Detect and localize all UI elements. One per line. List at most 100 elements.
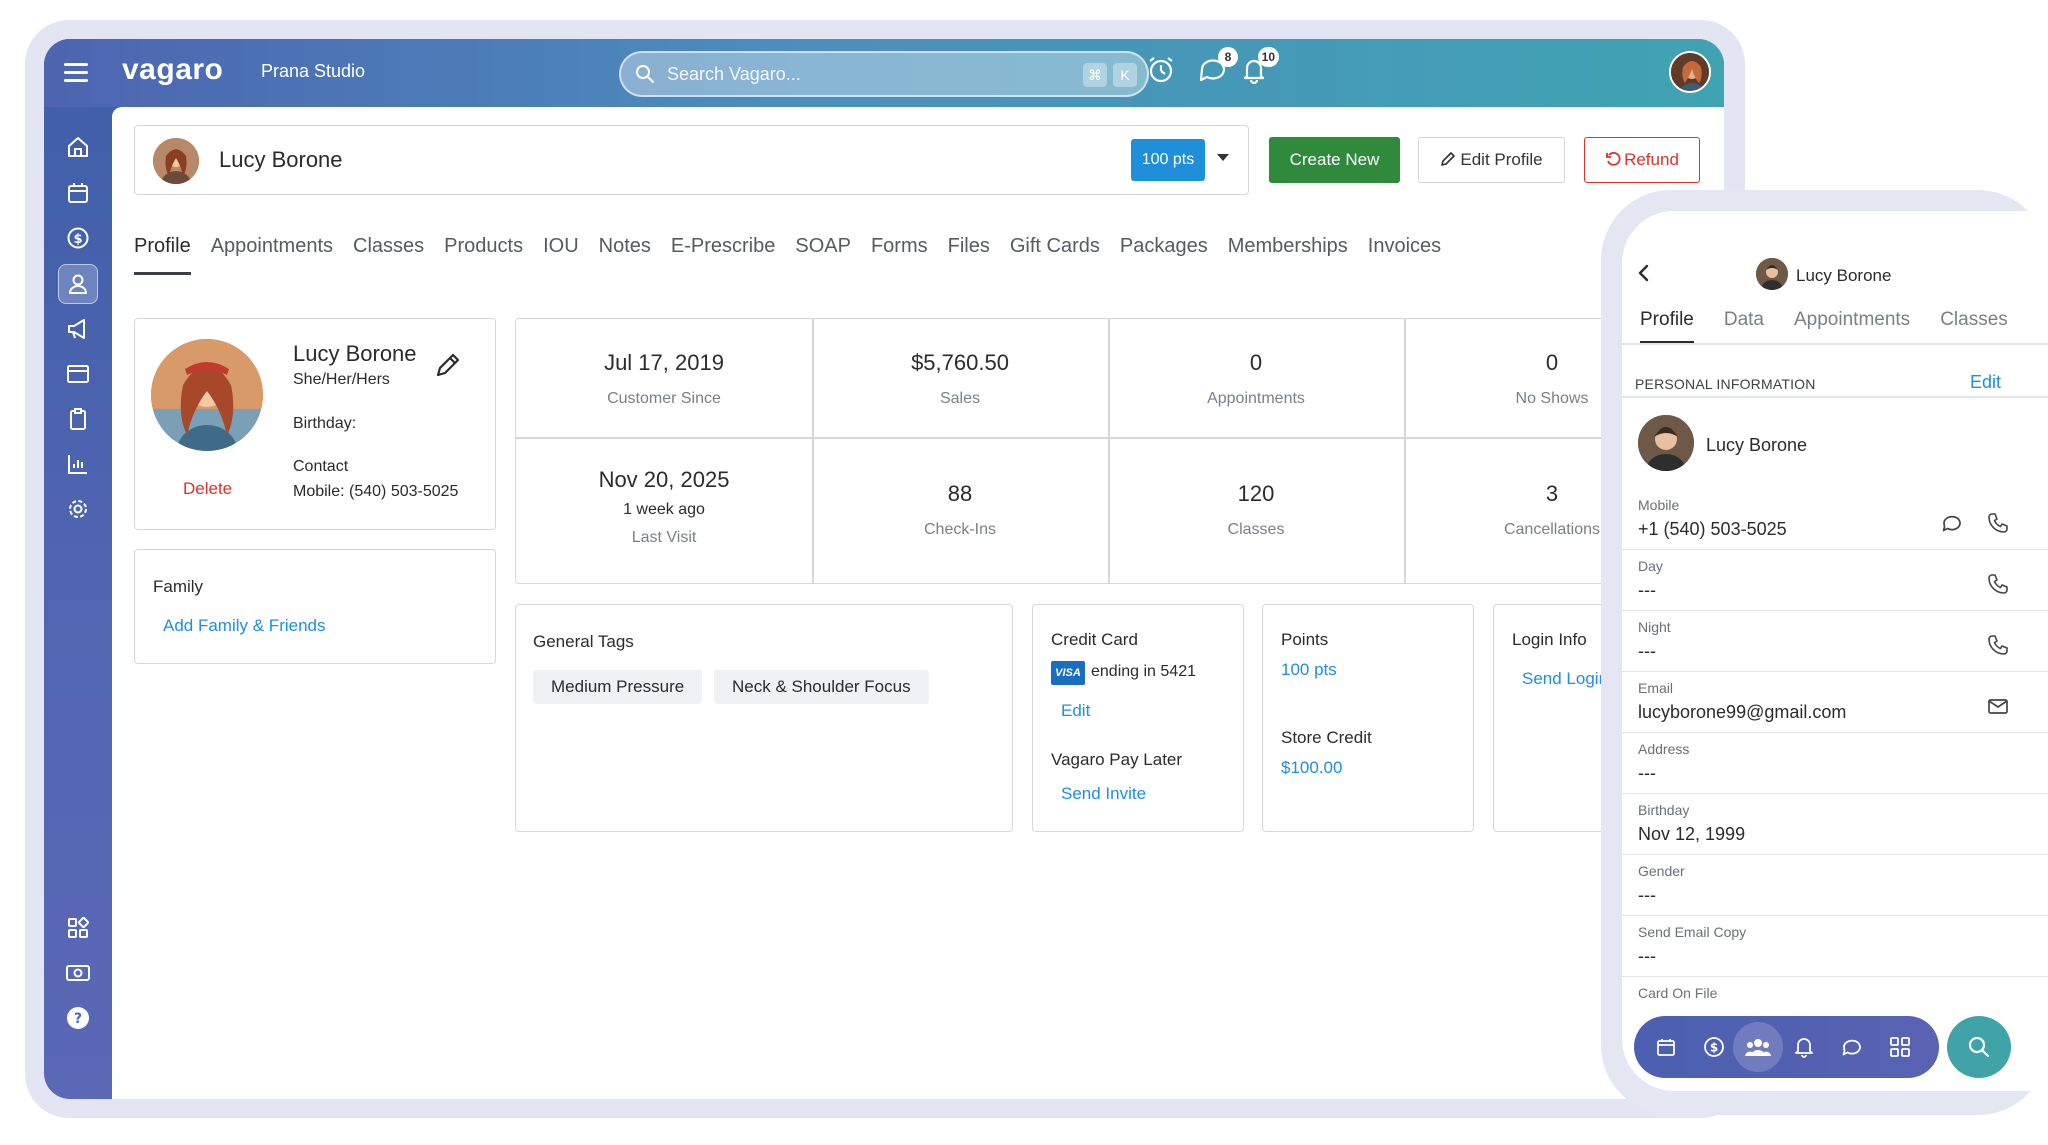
menu-icon[interactable] <box>64 63 88 83</box>
phone-icon[interactable] <box>1986 572 2010 596</box>
clipboard-icon[interactable] <box>58 399 98 439</box>
back-chevron-icon[interactable] <box>1636 263 1652 283</box>
tab-notes[interactable]: Notes <box>599 235 651 275</box>
field-label: Night <box>1638 619 1671 635</box>
card-ending: ending in 5421 <box>1091 663 1196 680</box>
tab-soap[interactable]: SOAP <box>795 235 851 275</box>
home-icon[interactable] <box>58 127 98 167</box>
help-icon[interactable]: ? <box>58 998 98 1038</box>
mobile-edit-link[interactable]: Edit <box>1970 372 2001 393</box>
dollar-icon[interactable]: $ <box>58 218 98 258</box>
tab-gift-cards[interactable]: Gift Cards <box>1010 235 1100 275</box>
header-name: Lucy Borone <box>1796 266 1892 285</box>
points-button[interactable]: 100 pts <box>1131 139 1205 181</box>
profile-tabs: Profile Appointments Classes Products IO… <box>134 235 1461 275</box>
tab-e-prescribe[interactable]: E-Prescribe <box>671 235 775 275</box>
profile-birthday: Birthday: <box>293 415 357 432</box>
family-title: Family <box>153 577 204 596</box>
tab-profile[interactable]: Profile <box>134 235 191 275</box>
field-label: Mobile <box>1638 497 1680 513</box>
divider <box>1622 396 2048 398</box>
field-value: --- <box>1638 641 1656 661</box>
mobile-tab-appointments[interactable]: Appointments <box>1794 309 1910 343</box>
tab-packages[interactable]: Packages <box>1120 235 1208 275</box>
create-new-button[interactable]: Create New <box>1269 137 1400 183</box>
phone-icon[interactable] <box>1986 511 2010 535</box>
reports-icon[interactable] <box>58 444 98 484</box>
mobile-search-button[interactable] <box>1947 1016 2011 1078</box>
edit-profile-button[interactable]: Edit Profile <box>1418 137 1565 183</box>
field-email: Email lucyborone99@gmail.com <box>1622 672 2048 733</box>
svg-text:$: $ <box>1710 1041 1718 1055</box>
refund-button[interactable]: Refund <box>1584 137 1700 183</box>
dollar-icon[interactable]: $ <box>1700 1033 1728 1061</box>
apps-grid-icon[interactable] <box>1886 1033 1914 1061</box>
stat-label: Customer Since <box>607 390 721 407</box>
field-value: lucyborone99@gmail.com <box>1638 702 1847 722</box>
tab-classes[interactable]: Classes <box>353 235 424 275</box>
mobile-bottom-nav: $ <box>1634 1016 1939 1078</box>
caret-down-icon[interactable] <box>1217 154 1229 161</box>
stat-appointments: 0 Appointments <box>1108 350 1404 408</box>
header-avatar <box>1756 258 1788 290</box>
cash-icon[interactable] <box>58 953 98 993</box>
chat-icon[interactable] <box>1940 511 1964 535</box>
apps-grid-icon[interactable] <box>58 908 98 948</box>
field-day: Day --- <box>1622 550 2048 611</box>
tab-iou[interactable]: IOU <box>543 235 579 275</box>
refund-label: Refund <box>1624 150 1679 169</box>
add-family-link[interactable]: Add Family & Friends <box>163 616 326 636</box>
tag-chip[interactable]: Neck & Shoulder Focus <box>714 670 929 704</box>
field-value: Nov 12, 1999 <box>1638 824 1746 844</box>
edit-card-link[interactable]: Edit <box>1061 701 1090 721</box>
alarm-clock-icon[interactable] <box>1144 53 1178 87</box>
tab-files[interactable]: Files <box>948 235 990 275</box>
global-search-input[interactable]: Search Vagaro... ⌘ K <box>619 51 1149 97</box>
settings-gear-icon[interactable] <box>58 489 98 529</box>
brand-logo[interactable]: vagaro <box>122 53 223 87</box>
mobile-tab-data[interactable]: Data <box>1724 309 1764 343</box>
field-value: +1 (540) 503-5025 <box>1638 519 1787 539</box>
calendar-icon[interactable] <box>1652 1033 1680 1061</box>
points-title: Points <box>1281 630 1329 649</box>
mobile-tab-profile[interactable]: Profile <box>1640 309 1694 343</box>
chat-icon[interactable] <box>1838 1033 1866 1061</box>
store-credit-value[interactable]: $100.00 <box>1281 758 1342 778</box>
field-send-email-copy: Send Email Copy --- <box>1622 916 2048 977</box>
bell-icon[interactable] <box>1790 1033 1818 1061</box>
svg-text:?: ? <box>74 1011 82 1027</box>
mobile-tab-classes[interactable]: Classes <box>1940 309 2008 343</box>
stat-value: 0 <box>1249 350 1263 375</box>
user-avatar[interactable] <box>1669 51 1711 93</box>
tab-invoices[interactable]: Invoices <box>1368 235 1441 275</box>
stat-sub: 1 week ago <box>623 501 705 518</box>
mail-icon[interactable] <box>1986 694 2010 718</box>
stat-label: Check-Ins <box>923 521 997 538</box>
pencil-icon <box>1441 152 1456 166</box>
delete-button[interactable]: Delete <box>183 479 232 499</box>
edit-pencil-icon[interactable] <box>434 351 462 379</box>
tab-appointments[interactable]: Appointments <box>211 235 333 275</box>
notifications-bell-icon[interactable]: 10 <box>1237 47 1279 87</box>
tab-memberships[interactable]: Memberships <box>1228 235 1348 275</box>
tag-chip[interactable]: Medium Pressure <box>533 670 703 704</box>
megaphone-icon[interactable] <box>58 309 98 349</box>
points-value[interactable]: 100 pts <box>1281 660 1337 680</box>
tab-products[interactable]: Products <box>444 235 523 275</box>
calendar-icon[interactable] <box>58 173 98 213</box>
stat-last-visit: Nov 20, 2025 1 week ago Last Visit <box>516 467 812 547</box>
tab-forms[interactable]: Forms <box>871 235 928 275</box>
phone-icon[interactable] <box>1986 633 2010 657</box>
send-invite-link[interactable]: Send Invite <box>1061 784 1146 804</box>
messages-icon[interactable]: 8 <box>1196 47 1238 87</box>
notifications-badge: 10 <box>1257 47 1279 67</box>
customers-icon[interactable] <box>58 264 98 304</box>
studio-name[interactable]: Prana Studio <box>261 61 365 82</box>
website-icon[interactable] <box>58 354 98 394</box>
stat-sales: $5,760.50 Sales <box>812 350 1108 408</box>
general-tags-card: General Tags Medium Pressure Neck & Shou… <box>515 604 1013 832</box>
search-icon <box>1968 1036 1990 1058</box>
field-night: Night --- <box>1622 611 2048 672</box>
send-login-link[interactable]: Send Login <box>1522 669 1608 689</box>
customers-group-icon[interactable] <box>1733 1022 1783 1072</box>
